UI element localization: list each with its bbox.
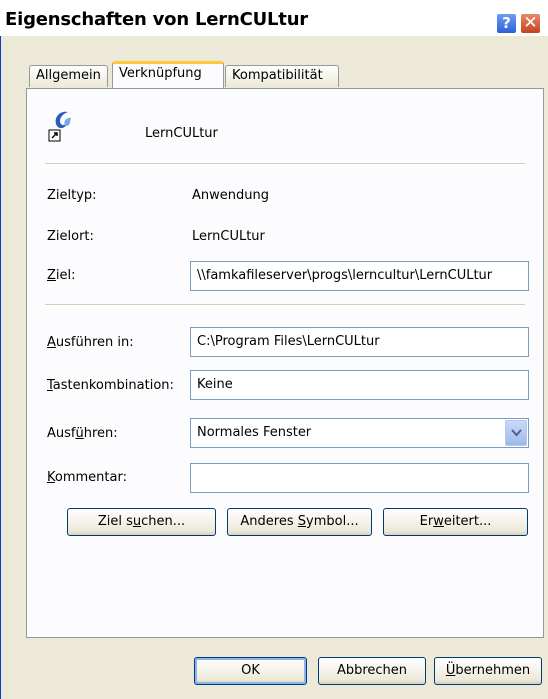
ziel-suchen-button[interactable]: Ziel suchen... <box>67 508 216 536</box>
erweitert-button[interactable]: Erweitert... <box>383 508 528 536</box>
zieltyp-label: Zieltyp: <box>47 188 97 203</box>
ausfuehren-in-label: Ausführen in: <box>47 335 134 350</box>
zielort-label: Zielort: <box>47 229 94 244</box>
ausfuehren-select-value: Normales Fenster <box>197 425 312 440</box>
chevron-down-icon[interactable] <box>505 420 527 446</box>
tab-panel <box>26 88 544 638</box>
separator-top <box>45 163 525 165</box>
ziel-input[interactable]: \\famkafileserver\progs\lerncultur\LernC… <box>190 261 529 291</box>
abbrechen-button[interactable]: Abbrechen <box>318 657 426 685</box>
tastenkombination-label: Tastenkombination: <box>47 378 174 393</box>
tab-allgemein[interactable]: Allgemein <box>29 65 108 87</box>
zielort-value: LernCULtur <box>192 229 265 244</box>
ausfuehren-in-input[interactable]: C:\Program Files\LernCULtur <box>190 327 529 357</box>
kommentar-input[interactable] <box>190 463 529 493</box>
window-title: Eigenschaften von LernCULtur <box>5 9 308 30</box>
title-bar[interactable]: Eigenschaften von LernCULtur ? ✕ <box>0 0 548 36</box>
lerncultur-app-icon <box>48 108 78 142</box>
ausfuehren-label: Ausführen: <box>47 426 118 441</box>
shortcut-name: LernCULtur <box>145 126 218 141</box>
ziel-label: Ziel: <box>47 268 76 283</box>
tab-kompatibilitaet[interactable]: Kompatibilität <box>225 65 339 87</box>
help-button[interactable]: ? <box>496 13 517 34</box>
zieltyp-value: Anwendung <box>192 188 269 203</box>
ok-button[interactable]: OK <box>194 657 307 685</box>
dialog-body: Allgemein Verknüpfung Kompatibilität <box>0 36 548 699</box>
anderes-symbol-button[interactable]: Anderes Symbol... <box>227 508 372 536</box>
kommentar-label: Kommentar: <box>47 470 127 485</box>
close-button[interactable]: ✕ <box>520 13 541 34</box>
separator-mid <box>45 304 525 306</box>
tab-verknuepfung[interactable]: Verknüpfung <box>112 61 224 88</box>
ausfuehren-select[interactable]: Normales Fenster <box>190 418 529 448</box>
tastenkombination-input[interactable]: Keine <box>190 370 529 400</box>
uebernehmen-button[interactable]: Übernehmen <box>434 657 542 685</box>
